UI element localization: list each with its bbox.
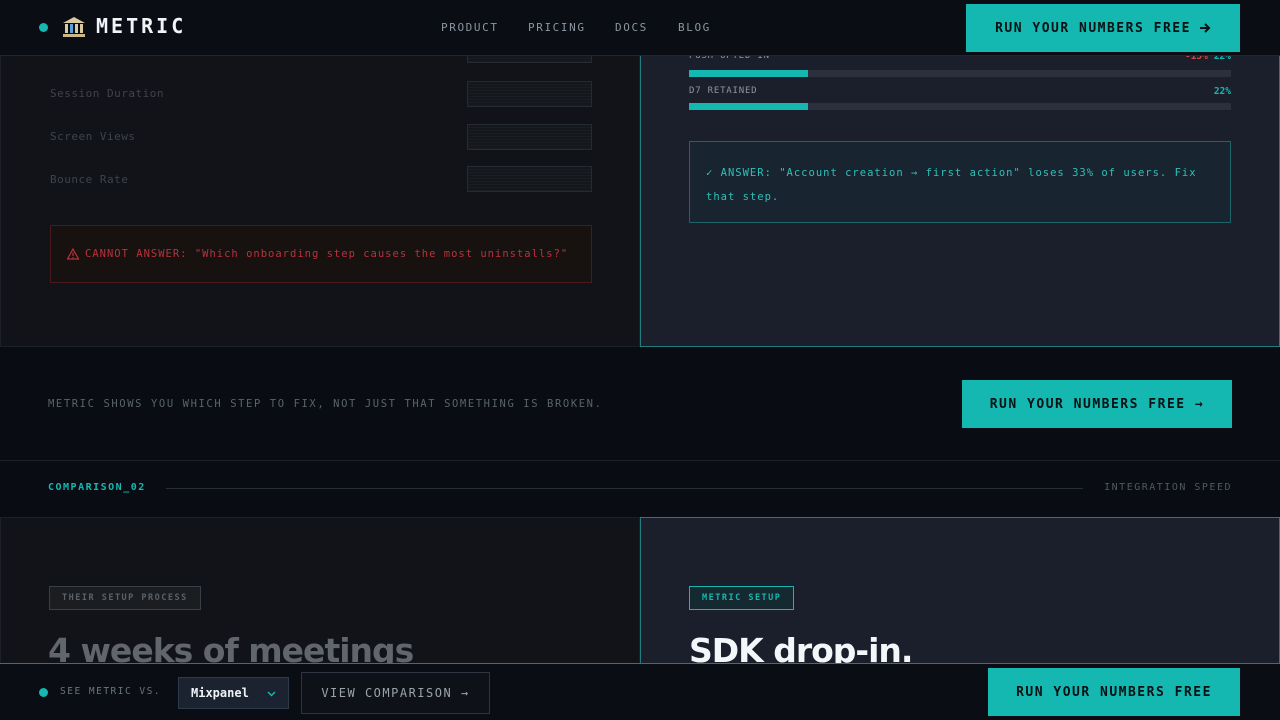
cannot-answer-box: CANNOT ANSWER: "Which onboarding step ca… xyxy=(50,225,592,283)
metric-placeholder-bar xyxy=(467,166,592,192)
retention-bar xyxy=(689,70,1231,77)
competitor-select[interactable]: Mixpanel xyxy=(178,677,289,709)
metric-placeholder-bar xyxy=(467,124,592,150)
metric-placeholder-bar xyxy=(467,81,592,107)
retention-bar-fill xyxy=(689,103,809,110)
metric-label: Screen Views xyxy=(50,130,136,143)
answer-text: ✓ ANSWER: "Account creation → first acti… xyxy=(706,167,1197,203)
metric-setup-tag: METRIC SETUP xyxy=(689,586,795,610)
bank-building-icon xyxy=(63,17,85,37)
brand-status-dot xyxy=(39,23,48,32)
retention-value: 22% xyxy=(1213,86,1231,97)
nav-blog[interactable]: BLOG xyxy=(678,21,711,34)
competitor-select-value: Mixpanel xyxy=(191,686,249,700)
mid-cta-strip: METRIC SHOWS YOU WHICH STEP TO FIX, NOT … xyxy=(0,347,1280,461)
arrow-right-icon xyxy=(1199,23,1211,33)
compare-label: SEE METRIC VS. xyxy=(60,686,162,697)
brand-name[interactable]: METRIC xyxy=(96,14,186,38)
nav-docs[interactable]: DOCS xyxy=(615,21,648,34)
view-comparison-button[interactable]: VIEW COMPARISON → xyxy=(301,672,490,714)
answer-box: ✓ ANSWER: "Account creation → first acti… xyxy=(689,141,1231,223)
comparison-topic: INTEGRATION SPEED xyxy=(1104,482,1232,493)
metric-label: Bounce Rate xyxy=(50,173,129,186)
retention-label: D7 RETAINED xyxy=(689,86,758,96)
cannot-answer-text: CANNOT ANSWER: "Which onboarding step ca… xyxy=(85,248,569,260)
warning-icon xyxy=(67,248,79,260)
view-comparison-label: VIEW COMPARISON → xyxy=(321,686,470,700)
sticky-compare-bar: SEE METRIC VS. Mixpanel VIEW COMPARISON … xyxy=(0,663,1280,720)
top-nav: METRIC PRODUCT PRICING DOCS BLOG RUN YOU… xyxy=(0,0,1280,56)
retention-bar-fill xyxy=(689,70,809,77)
sticky-status-dot xyxy=(39,688,48,697)
nav-product[interactable]: PRODUCT xyxy=(441,21,499,34)
comparison-divider xyxy=(166,488,1083,489)
mid-cta-button[interactable]: RUN YOUR NUMBERS FREE → xyxy=(962,380,1232,428)
sticky-cta-button[interactable]: RUN YOUR NUMBERS FREE xyxy=(988,668,1240,716)
sticky-cta-label: RUN YOUR NUMBERS FREE xyxy=(1016,684,1212,700)
mid-cta-label: RUN YOUR NUMBERS FREE → xyxy=(989,396,1205,412)
chevron-down-icon xyxy=(267,690,276,697)
header-cta-button[interactable]: RUN YOUR NUMBERS FREE xyxy=(966,4,1240,52)
metric-label: Session Duration xyxy=(50,87,164,100)
nav-pricing[interactable]: PRICING xyxy=(528,21,586,34)
mid-strip-text: METRIC SHOWS YOU WHICH STEP TO FIX, NOT … xyxy=(48,398,603,410)
header-cta-label: RUN YOUR NUMBERS FREE xyxy=(995,20,1191,36)
their-setup-tag: THEIR SETUP PROCESS xyxy=(49,586,201,610)
retention-bar xyxy=(689,103,1231,110)
comparison-label: COMPARISON_02 xyxy=(48,482,146,493)
